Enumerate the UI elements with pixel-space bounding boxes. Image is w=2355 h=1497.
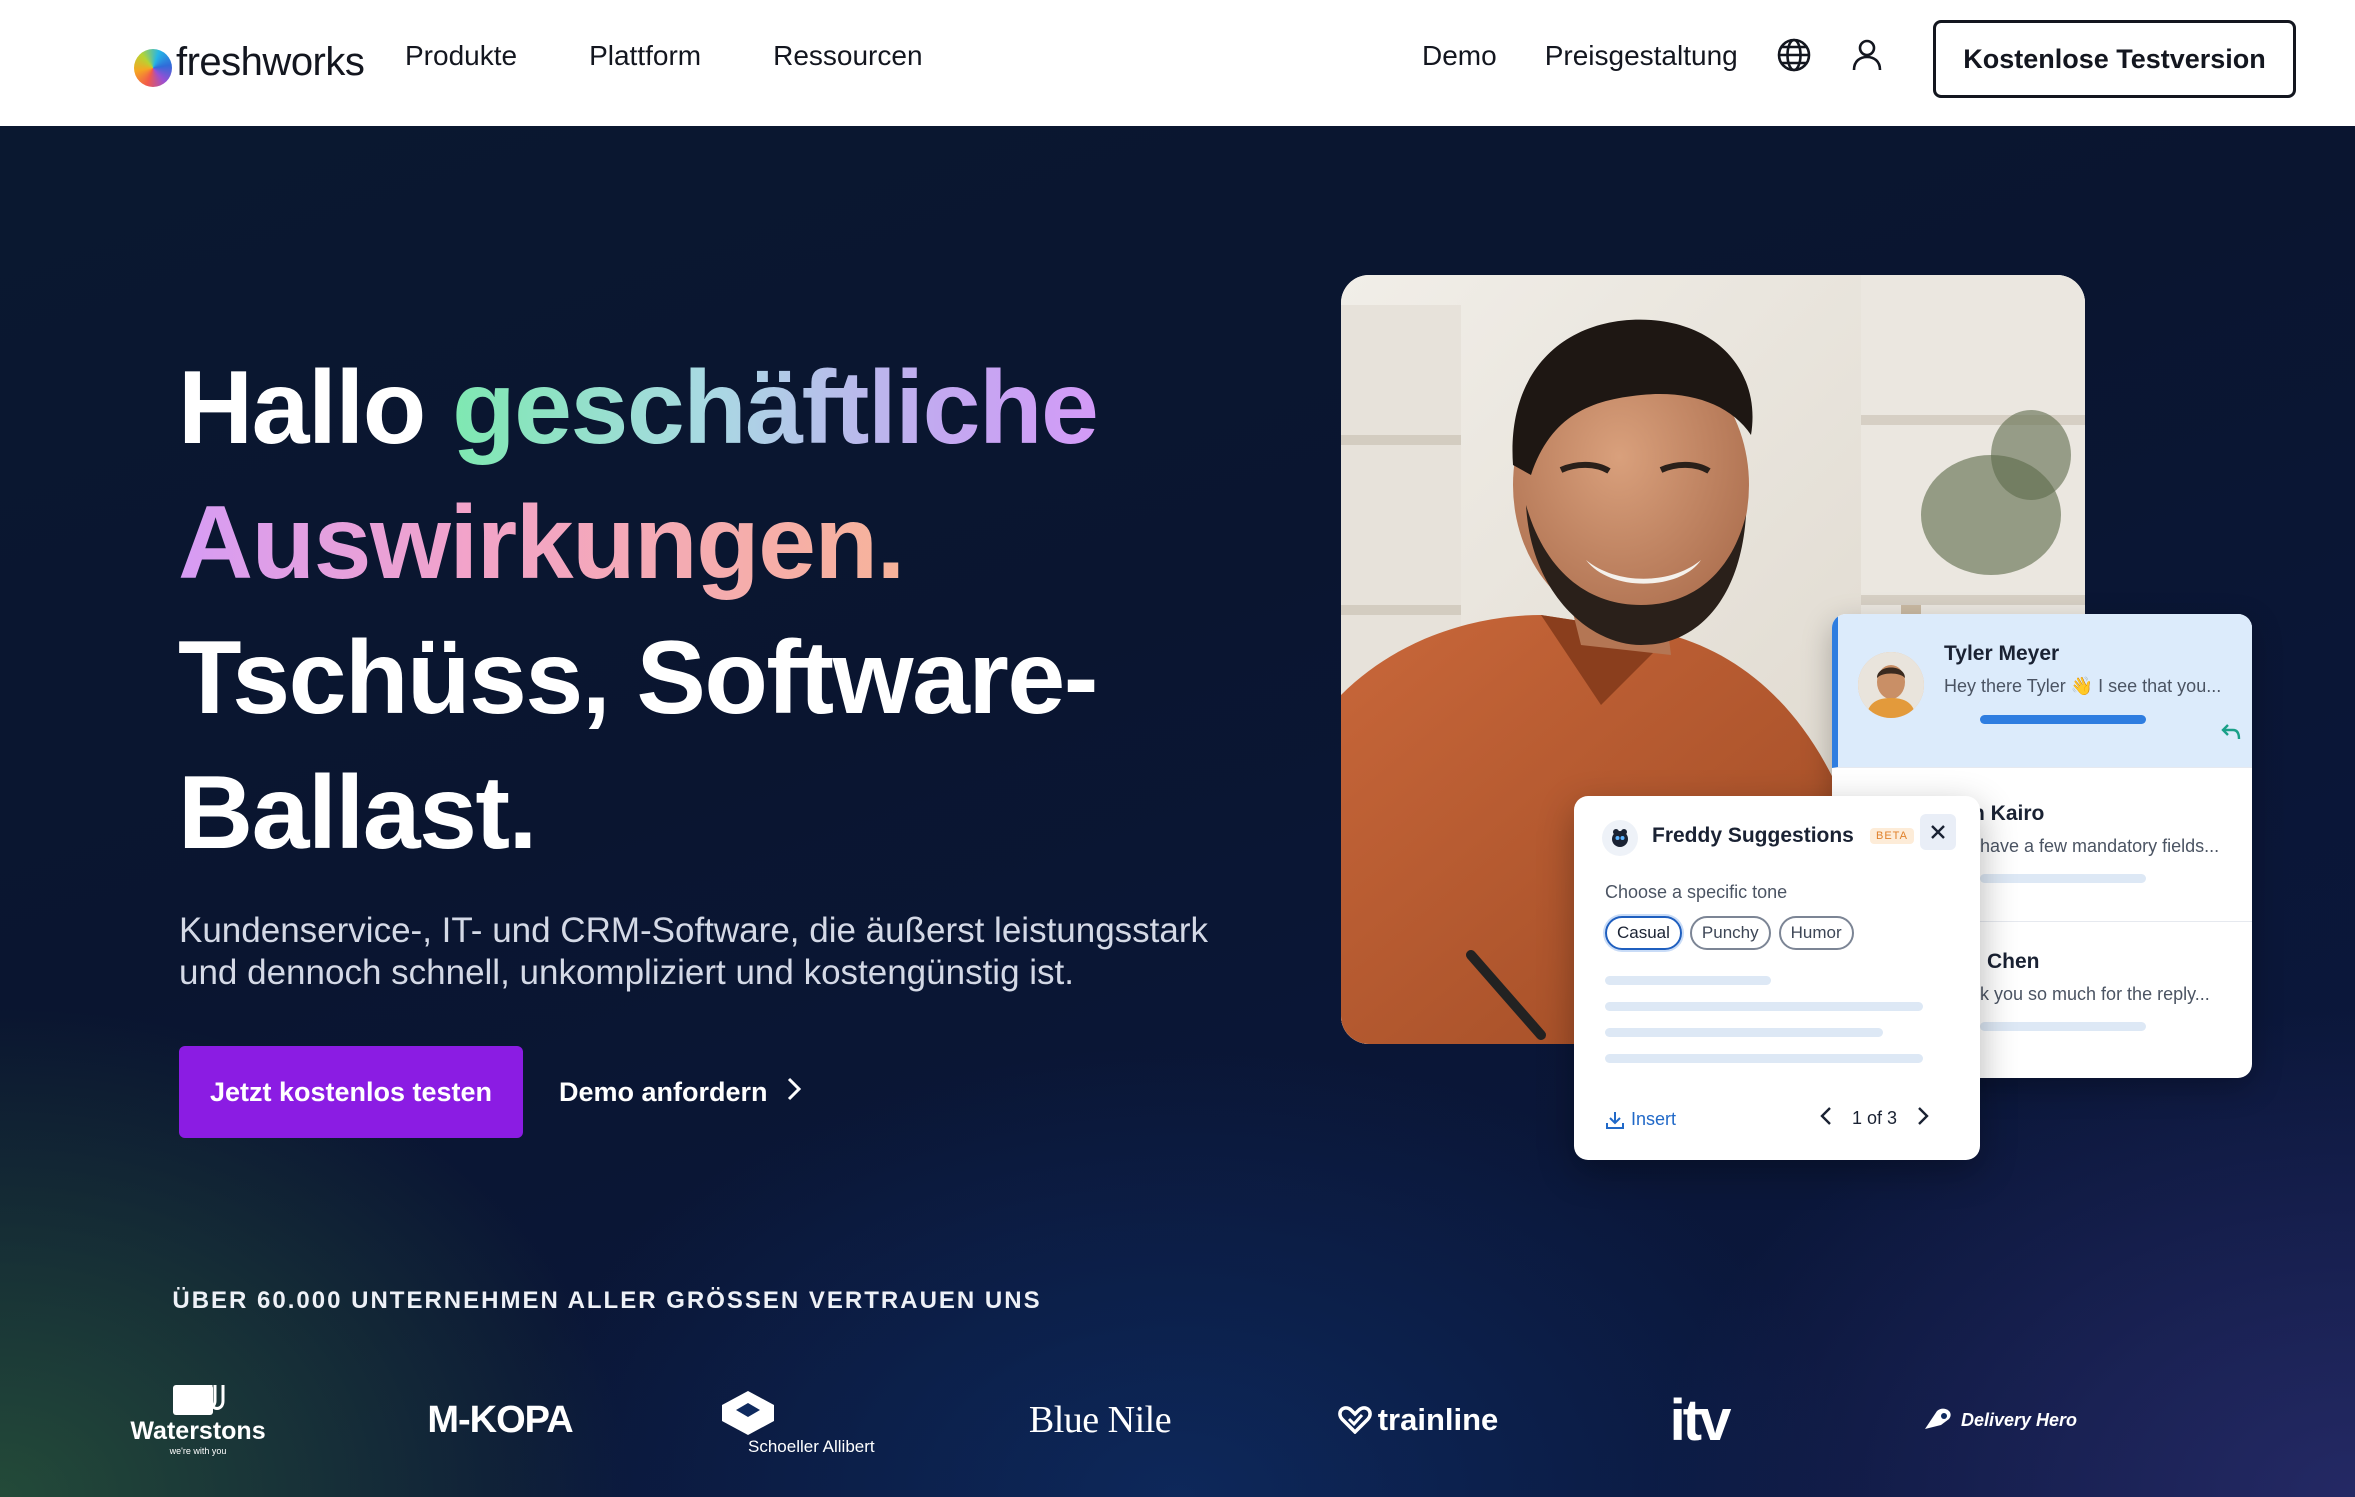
request-demo-label: Demo anfordern xyxy=(559,1076,768,1107)
logo-delivery-hero: Delivery Hero xyxy=(1918,1390,2082,1450)
headline-gradient-1: geschäftliche xyxy=(452,350,1099,466)
logo-schoeller-allibert: Schoeller Allibert xyxy=(720,1380,880,1466)
freddy-suggestions-card: Freddy Suggestions BETA Choose a specifi… xyxy=(1574,796,1980,1160)
delivery-hero-wordmark: Delivery Hero xyxy=(1960,1409,2078,1430)
try-free-button[interactable]: Jetzt kostenlos testen xyxy=(179,1046,523,1138)
conversation-preview: k you so much for the reply... xyxy=(1980,984,2210,1004)
hero-headline: Hallo geschäftliche Auswirkungen. Tschüs… xyxy=(178,341,1099,881)
free-trial-button[interactable]: Kostenlose Testversion xyxy=(1933,20,2296,98)
user-icon[interactable] xyxy=(1848,36,1886,74)
progress-bar xyxy=(1980,715,2146,724)
nav-item-produkte[interactable]: Produkte xyxy=(405,40,517,72)
avatar xyxy=(1858,652,1924,718)
pager-text: 1 of 3 xyxy=(1852,1108,1898,1128)
insert-label: Insert xyxy=(1631,1109,1677,1129)
pager: 1 of 3 xyxy=(1820,1106,1929,1131)
conversation-preview: have a few mandatory fields... xyxy=(1980,836,2220,856)
chevron-left-icon[interactable] xyxy=(1820,1106,1832,1131)
headline-hello: Hallo xyxy=(178,350,453,466)
schoeller-cube-icon xyxy=(722,1391,774,1435)
logo-waterstons: Waterstons we're with you xyxy=(128,1378,268,1460)
delivery-hero-icon xyxy=(1924,1408,1951,1429)
nav-item-demo[interactable]: Demo xyxy=(1422,40,1497,72)
conversation-preview: Hey there Tyler 👋 I see that you... xyxy=(1944,676,2222,696)
secondary-nav: Demo Preisgestaltung xyxy=(1422,40,1738,72)
waterstons-mark-icon xyxy=(173,1384,225,1415)
conversation-name: Chen xyxy=(1987,950,2040,973)
site-header: freshworks Produkte Plattform Ressourcen… xyxy=(0,0,2355,126)
headline-line-4: Ballast. xyxy=(178,755,537,871)
reply-icon[interactable] xyxy=(2220,722,2242,747)
conversation-name: Tyler Meyer xyxy=(1944,642,2060,665)
skeleton-line xyxy=(1605,1054,1923,1063)
conversation-item[interactable]: Tyler Meyer Hey there Tyler 👋 I see that… xyxy=(1832,614,2252,768)
skeleton-bar xyxy=(1980,1022,2146,1031)
conversation-name: n Kairo xyxy=(1972,802,2045,825)
waterstons-tagline: we're with you xyxy=(169,1445,227,1456)
trainline-wordmark: trainline xyxy=(1377,1402,1499,1437)
chevron-right-icon xyxy=(786,1076,802,1109)
skeleton-line xyxy=(1605,976,1771,985)
trust-headline: ÜBER 60.000 UNTERNEHMEN ALLER GRÖSSEN VE… xyxy=(172,1287,1042,1314)
insert-button[interactable]: Insert xyxy=(1605,1109,1676,1130)
hero-subtext: Kundenservice-, IT- und CRM-Software, di… xyxy=(179,911,1209,992)
freddy-icon xyxy=(1602,820,1638,856)
chevron-right-icon[interactable] xyxy=(1917,1106,1929,1131)
tone-label: Choose a specific tone xyxy=(1605,882,1788,902)
nav-item-plattform[interactable]: Plattform xyxy=(589,40,701,72)
skeleton-bar xyxy=(1980,874,2146,883)
freshworks-logo[interactable]: freshworks xyxy=(134,34,365,90)
request-demo-link[interactable]: Demo anfordern xyxy=(559,1046,802,1138)
nav-item-ressourcen[interactable]: Ressourcen xyxy=(773,40,922,72)
logo-itv: itv xyxy=(1669,1387,1732,1453)
waterstons-wordmark: Waterstons xyxy=(130,1416,266,1445)
primary-nav: Produkte Plattform Ressourcen xyxy=(405,40,923,72)
tone-chip-punchy[interactable]: Punchy xyxy=(1689,916,1771,950)
tone-options: Casual Punchy Humor xyxy=(1605,916,1854,950)
freshworks-logo-icon xyxy=(134,49,172,87)
schoeller-wordmark: Schoeller Allibert xyxy=(748,1437,875,1456)
globe-icon[interactable] xyxy=(1775,36,1813,74)
skeleton-line xyxy=(1605,1002,1923,1011)
headline-gradient-2: Auswirkungen. xyxy=(178,485,905,601)
trainline-heart-icon xyxy=(1337,1406,1372,1434)
tone-chip-casual[interactable]: Casual xyxy=(1605,916,1682,950)
skeleton-line xyxy=(1605,1028,1883,1037)
close-icon[interactable] xyxy=(1920,814,1956,850)
logo-text: freshworks xyxy=(176,39,365,84)
logo-m-kopa: M-KOPA xyxy=(427,1398,573,1441)
logo-trainline: trainline xyxy=(1318,1390,1518,1450)
customer-logos: Waterstons we're with you M-KOPA Schoell… xyxy=(0,1370,2355,1470)
headline-line-3: Tschüss, Software- xyxy=(178,620,1098,736)
beta-badge: BETA xyxy=(1870,828,1914,844)
freddy-title: Freddy Suggestions xyxy=(1652,824,1854,847)
logo-blue-nile: Blue Nile xyxy=(1028,1399,1172,1441)
nav-item-preisgestaltung[interactable]: Preisgestaltung xyxy=(1545,40,1738,72)
tone-chip-humor[interactable]: Humor xyxy=(1778,916,1854,950)
